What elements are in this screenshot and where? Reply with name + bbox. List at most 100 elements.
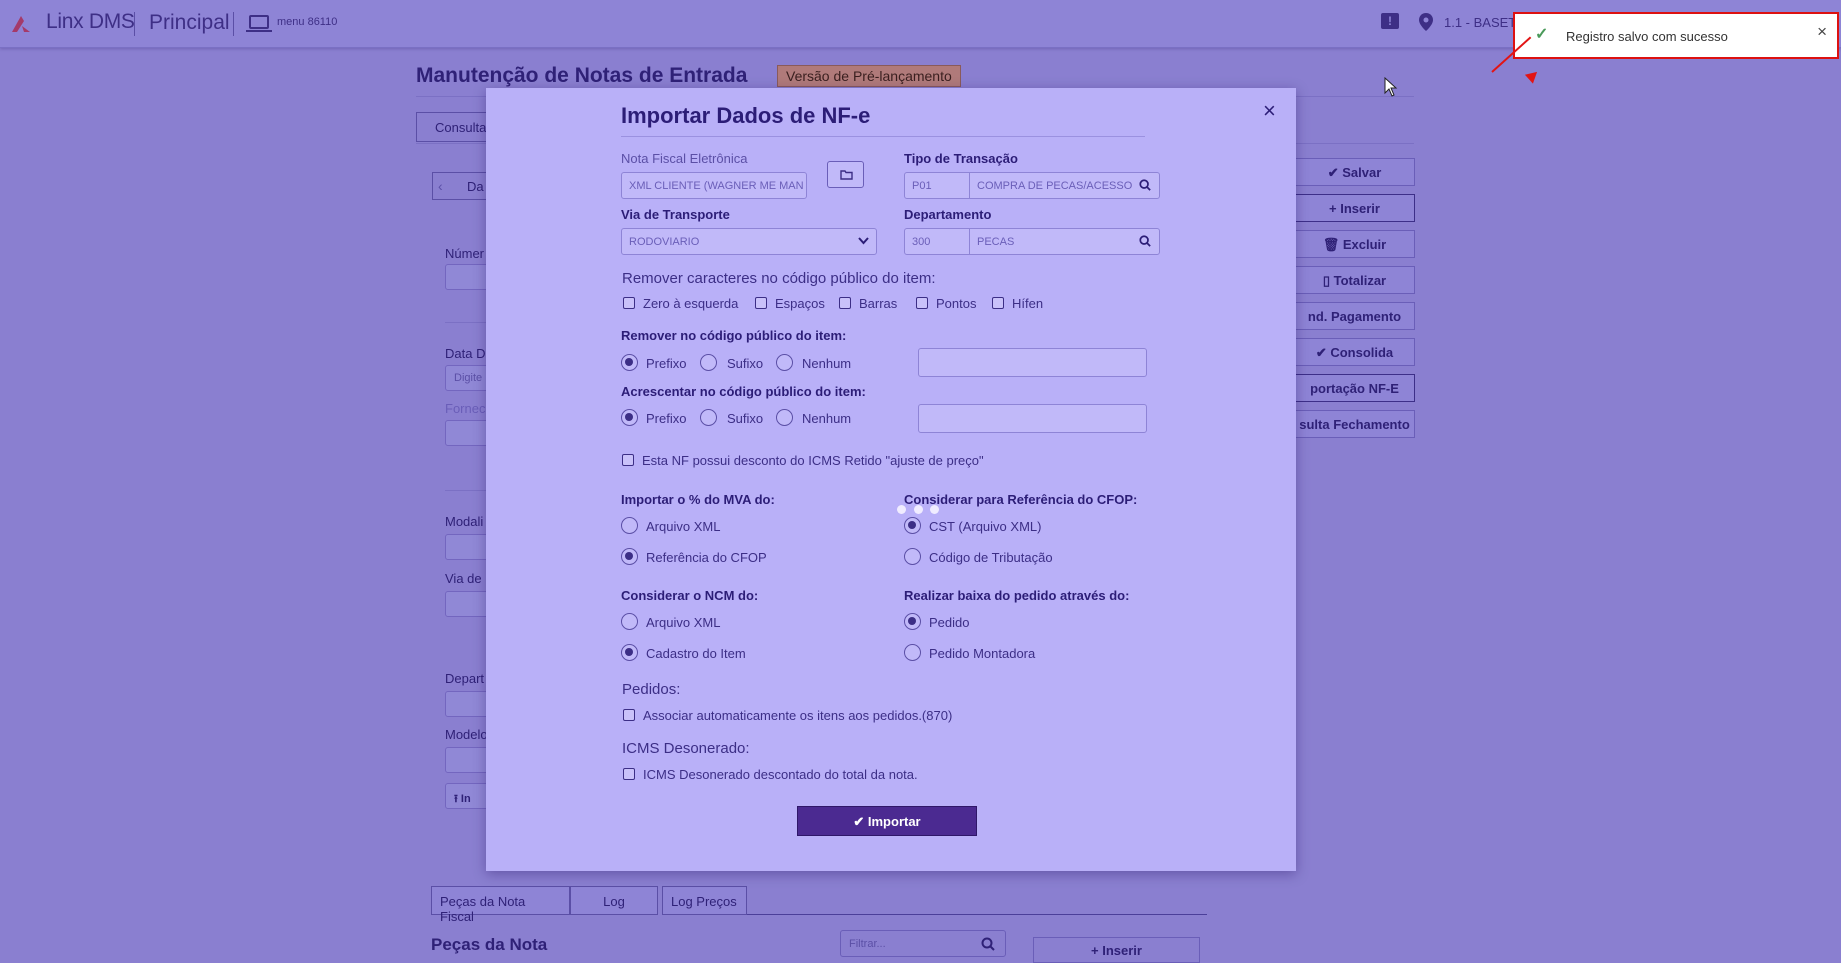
chat-alert-icon[interactable]: ! <box>1381 13 1399 29</box>
import-button[interactable]: ✔ Importar <box>797 806 977 836</box>
browse-folder-button[interactable] <box>827 161 864 188</box>
radio-label: Prefixo <box>646 411 687 426</box>
search-icon[interactable] <box>1139 235 1151 247</box>
via-field[interactable] <box>445 591 490 617</box>
radio-remover-sufixo[interactable] <box>700 354 717 371</box>
insert-button[interactable]: + Inserir <box>1294 194 1415 222</box>
radio-cfop-cst[interactable] <box>904 517 921 534</box>
radio-ncm-cadastro[interactable] <box>621 644 638 661</box>
checkbox-icms-desonerado[interactable] <box>623 768 635 780</box>
insert-item-button[interactable]: + Inserir <box>1033 937 1200 963</box>
closing-query-button[interactable]: sulta Fechamento <box>1294 410 1415 438</box>
departamento-field[interactable]: 300 PECAS <box>904 228 1160 255</box>
delete-label: Excluir <box>1342 237 1387 252</box>
checkbox-hifen[interactable] <box>992 297 1004 309</box>
checkbox-label: Espaços <box>775 296 825 311</box>
radio-acrescentar-sufixo[interactable] <box>700 409 717 426</box>
menu-label[interactable]: menu 86110 <box>277 16 337 28</box>
modalidade-field[interactable] <box>445 534 490 560</box>
checkbox-label: Zero à esquerda <box>643 296 739 311</box>
radio-label: Pedido Montadora <box>929 646 1036 661</box>
checkbox-espacos[interactable] <box>755 297 767 309</box>
acrescentar-codigo-input[interactable] <box>918 404 1147 433</box>
tab-log-precos[interactable]: Log Preços <box>662 886 747 915</box>
chevron-down-icon <box>858 237 869 245</box>
checkbox-label: Esta NF possui desconto do ICMS Retido "… <box>642 453 984 468</box>
checkbox-barras[interactable] <box>839 297 851 309</box>
radio-cfop-tributacao[interactable] <box>904 548 921 565</box>
label-modalidade: Modali <box>445 514 484 529</box>
divider <box>747 914 1207 915</box>
departamento-field[interactable] <box>445 691 490 717</box>
location-pin-icon[interactable] <box>1419 13 1433 31</box>
divider <box>445 322 490 323</box>
radio-label: Sufixo <box>727 411 764 426</box>
radio-label: Nenhum <box>802 411 852 426</box>
checkbox-pontos[interactable] <box>916 297 928 309</box>
save-button[interactable]: ✔ Salvar <box>1294 158 1415 186</box>
via-transporte-select[interactable]: RODOVIARIO <box>621 228 877 255</box>
consolidate-button[interactable]: ✔ Consolida <box>1294 338 1415 366</box>
fornecedor-field[interactable] <box>445 420 490 446</box>
numero-field[interactable] <box>445 264 490 290</box>
search-icon[interactable] <box>1139 179 1151 191</box>
radio-acrescentar-nenhum[interactable] <box>776 409 793 426</box>
tab-log[interactable]: Log <box>570 886 658 915</box>
tipo-transacao-code[interactable]: P01 <box>905 173 969 198</box>
departamento-code[interactable]: 300 <box>905 229 969 254</box>
divider <box>134 12 135 36</box>
departamento-desc[interactable]: PECAS <box>969 229 1133 254</box>
divider <box>445 490 490 491</box>
radio-baixa-montadora[interactable] <box>904 644 921 661</box>
icms-desonerado-title: ICMS Desonerado: <box>622 740 750 757</box>
label-via: Via de <box>445 571 482 586</box>
closing-query-label: sulta Fechamento <box>1299 417 1410 432</box>
toast-message: Registro salvo com sucesso <box>1566 29 1728 44</box>
totalize-button[interactable]: ▯ Totalizar <box>1294 266 1415 294</box>
radio-label: CST (Arquivo XML) <box>929 519 1042 534</box>
payment-condition-button[interactable]: nd. Pagamento <box>1294 302 1415 330</box>
radio-mva-xml[interactable] <box>621 517 638 534</box>
radio-label: Código de Tributação <box>929 550 1053 565</box>
delete-button[interactable]: 🗑 Excluir <box>1294 230 1415 258</box>
label-numero: Númer <box>445 246 485 261</box>
data-field[interactable]: Digite <box>445 365 490 391</box>
radio-remover-prefixo[interactable] <box>621 354 638 371</box>
tab-pecas-nota-fiscal[interactable]: Peças da Nota Fiscal <box>431 886 570 924</box>
filter-input[interactable]: Filtrar... <box>840 930 1006 957</box>
radio-mva-cfop[interactable] <box>621 548 638 565</box>
radio-ncm-xml[interactable] <box>621 613 638 630</box>
upload-icon: ⭱ <box>454 793 461 805</box>
check-icon: ✓ <box>1535 26 1549 43</box>
checkbox-zero-esquerda[interactable] <box>623 297 635 309</box>
filter-placeholder: Filtrar... <box>849 938 886 950</box>
radio-label: Pedido <box>929 615 970 630</box>
acrescentar-codigo-title: Acrescentar no código público do item: <box>621 384 866 399</box>
mouse-cursor-icon <box>1384 77 1398 97</box>
checkbox-label: Pontos <box>936 296 977 311</box>
remover-codigo-input[interactable] <box>918 348 1147 377</box>
close-icon[interactable]: × <box>1263 98 1276 124</box>
radio-remover-nenhum[interactable] <box>776 354 793 371</box>
radio-baixa-pedido[interactable] <box>904 613 921 630</box>
radio-label: Referência do CFOP <box>646 550 767 565</box>
modelo-field[interactable] <box>445 747 490 773</box>
checkbox-label: ICMS Desonerado descontado do total da n… <box>643 767 918 782</box>
laptop-icon[interactable] <box>246 15 272 32</box>
close-icon[interactable]: × <box>1817 22 1827 42</box>
location-label[interactable]: 1.1 - BASET <box>1444 15 1516 30</box>
folder-icon <box>840 170 853 180</box>
tipo-transacao-desc[interactable]: COMPRA DE PECAS/ACESSOR <box>969 173 1133 198</box>
via-transporte-value: RODOVIARIO <box>629 236 700 248</box>
tab-da-label: Da <box>467 179 484 194</box>
tipo-transacao-field[interactable]: P01 COMPRA DE PECAS/ACESSOR <box>904 172 1160 199</box>
insert-small-button[interactable]: ⭱ In <box>445 783 490 809</box>
import-nfe-button[interactable]: portação NF-E <box>1294 374 1415 402</box>
section-title[interactable]: Principal <box>149 11 230 35</box>
nfe-label: Nota Fiscal Eletrônica <box>621 151 748 166</box>
checkbox-associar-pedidos[interactable] <box>623 709 635 721</box>
nfe-file-field[interactable]: XML CLIENTE (WAGNER ME MAN <box>621 172 807 199</box>
radio-acrescentar-prefixo[interactable] <box>621 409 638 426</box>
checkbox-icms-retido[interactable] <box>622 454 634 466</box>
consolidate-label: Consolida <box>1330 345 1394 360</box>
